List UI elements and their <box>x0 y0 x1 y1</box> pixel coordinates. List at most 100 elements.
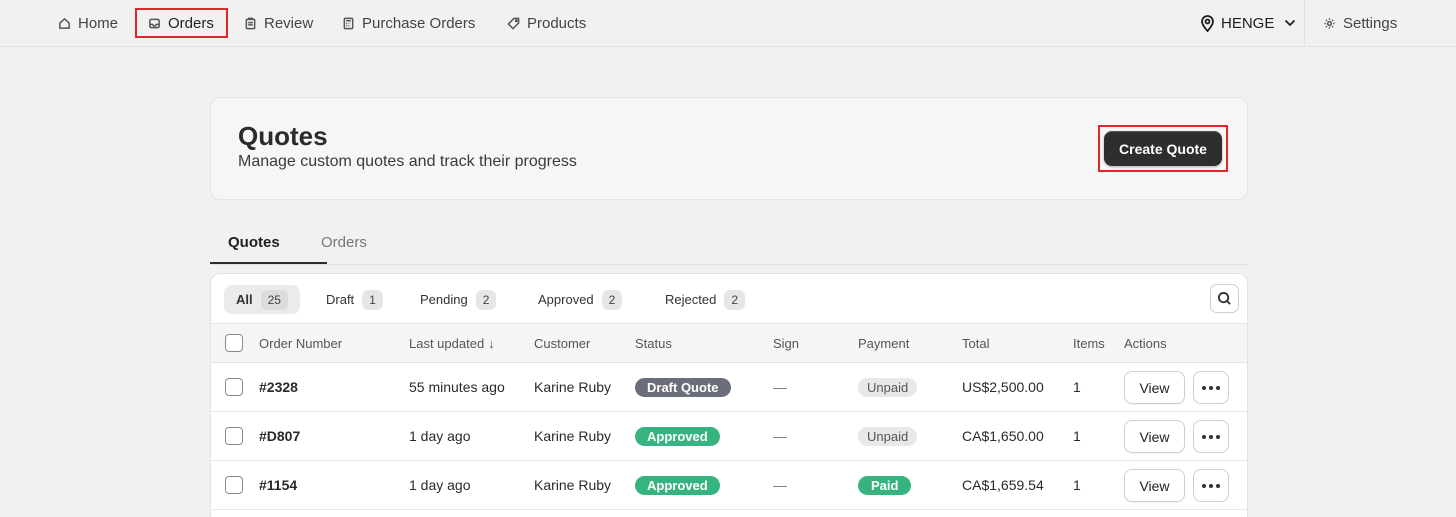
filter-count: 2 <box>724 289 745 310</box>
filter-count: 2 <box>601 289 623 310</box>
last-updated: 1 day ago <box>409 477 471 493</box>
customer-name: Karine Ruby <box>534 477 612 493</box>
customer-name: Karine Ruby <box>534 379 612 395</box>
total-value: US$2,500.00 <box>962 379 1044 395</box>
last-updated: 55 minutes ago <box>409 379 505 395</box>
tab-orders[interactable]: Orders <box>321 220 367 264</box>
tab-bar: Quotes Orders <box>210 220 1248 265</box>
payment-badge: Unpaid <box>858 377 918 397</box>
customer-name: Karine Ruby <box>534 428 612 444</box>
order-number[interactable]: #1154 <box>259 461 297 509</box>
highlight-box <box>135 8 228 38</box>
total-value: CA$1,650.00 <box>962 428 1044 444</box>
tab-quotes[interactable]: Quotes <box>228 220 280 264</box>
status-badge: Approved <box>635 426 720 446</box>
location-selector[interactable]: HENGE <box>1200 0 1296 46</box>
status-badge: Approved <box>635 475 720 495</box>
row-checkbox[interactable] <box>225 378 243 396</box>
nav-item-label: Home <box>78 14 119 32</box>
table-row[interactable]: #D807 1 day ago Karine Ruby Approved — U… <box>211 412 1247 461</box>
filter-draft[interactable]: Draft 1 <box>314 285 395 314</box>
column-payment[interactable]: Payment <box>858 324 909 362</box>
home-icon <box>59 17 70 29</box>
nav-item-label: Products <box>527 14 587 32</box>
last-updated: 1 day ago <box>409 428 471 444</box>
column-items[interactable]: Items <box>1073 324 1105 362</box>
ellipsis-icon <box>1202 483 1220 488</box>
filter-bar: All 25 Draft 1 Pending 2 Approved 2 Reje… <box>211 274 1247 323</box>
settings-label: Settings <box>1343 14 1398 32</box>
highlight-box: Create Quote <box>1098 125 1228 172</box>
view-button[interactable]: View <box>1124 469 1185 502</box>
sign-value: — <box>773 428 787 444</box>
active-tab-indicator <box>210 262 327 264</box>
page-title: Quotes <box>238 121 328 151</box>
column-status[interactable]: Status <box>635 324 672 362</box>
row-checkbox[interactable] <box>225 476 243 494</box>
sign-value: — <box>773 379 787 395</box>
column-customer[interactable]: Customer <box>534 324 590 362</box>
map-pin-icon <box>1201 14 1214 32</box>
nav-item-purchase-orders[interactable]: Purchase Orders <box>342 0 475 46</box>
clipboard-icon <box>245 17 256 29</box>
items-count: 1 <box>1073 428 1081 444</box>
chevron-down-icon <box>1285 19 1296 27</box>
top-nav: Home Orders Review Purchase Orders Produ… <box>0 0 1456 47</box>
items-count: 1 <box>1073 379 1081 395</box>
filter-count: 25 <box>260 289 288 310</box>
filter-label: Rejected <box>665 292 717 307</box>
table-row[interactable]: #1154 1 day ago Karine Ruby Approved — P… <box>211 461 1247 510</box>
order-number[interactable]: #D807 <box>259 412 300 460</box>
filter-rejected[interactable]: Rejected 2 <box>653 285 757 314</box>
gear-icon <box>1324 17 1335 29</box>
column-last-updated[interactable]: Last updated ↓ <box>409 324 495 362</box>
table-row[interactable]: #2328 55 minutes ago Karine Ruby Draft Q… <box>211 363 1247 412</box>
settings-link[interactable]: Settings <box>1323 0 1397 46</box>
filter-count: 2 <box>475 289 497 310</box>
nav-item-label: Purchase Orders <box>362 14 476 32</box>
more-actions-button[interactable] <box>1193 420 1229 453</box>
filter-all[interactable]: All 25 <box>224 285 300 314</box>
quotes-table-card: All 25 Draft 1 Pending 2 Approved 2 Reje… <box>210 273 1248 517</box>
status-badge: Draft Quote <box>635 377 731 397</box>
filter-label: Draft <box>326 292 355 307</box>
location-label: HENGE <box>1221 14 1275 32</box>
nav-item-label: Review <box>264 14 314 32</box>
filter-approved[interactable]: Approved 2 <box>526 285 634 314</box>
search-button[interactable] <box>1210 284 1239 313</box>
column-total[interactable]: Total <box>962 324 989 362</box>
ellipsis-icon <box>1202 385 1220 390</box>
filter-label: Pending <box>420 292 468 307</box>
nav-divider <box>1304 0 1305 46</box>
column-order-number[interactable]: Order Number <box>259 324 342 362</box>
payment-badge: Paid <box>858 475 912 495</box>
calculator-icon <box>343 17 354 29</box>
search-icon <box>1217 291 1231 305</box>
total-value: CA$1,659.54 <box>962 477 1044 493</box>
nav-item-products[interactable]: Products <box>507 0 586 46</box>
payment-badge: Unpaid <box>858 426 918 446</box>
items-count: 1 <box>1073 477 1081 493</box>
column-actions: Actions <box>1124 335 1167 351</box>
nav-item-review[interactable]: Review <box>244 0 313 46</box>
nav-item-home[interactable]: Home <box>58 0 118 46</box>
more-actions-button[interactable] <box>1193 469 1229 502</box>
select-all-checkbox[interactable] <box>225 334 243 352</box>
filter-pending[interactable]: Pending 2 <box>408 285 508 314</box>
order-number[interactable]: #2328 <box>259 363 298 411</box>
view-button[interactable]: View <box>1124 420 1185 453</box>
column-sign[interactable]: Sign <box>773 324 799 362</box>
row-checkbox[interactable] <box>225 427 243 445</box>
create-quote-button[interactable]: Create Quote <box>1104 131 1222 166</box>
view-button[interactable]: View <box>1124 371 1185 404</box>
filter-label: Approved <box>538 292 594 307</box>
page-header-card: Quotes Manage custom quotes and track th… <box>210 97 1248 200</box>
filter-count: 1 <box>362 289 383 310</box>
filter-label: All <box>236 292 253 307</box>
more-actions-button[interactable] <box>1193 371 1229 404</box>
sort-arrow-icon: ↓ <box>488 335 495 351</box>
table-header: Order Number Last updated ↓ Customer Sta… <box>211 323 1247 363</box>
column-label: Last updated <box>409 335 485 351</box>
nav-item-orders[interactable]: Orders <box>135 0 228 46</box>
sign-value: — <box>773 477 787 493</box>
